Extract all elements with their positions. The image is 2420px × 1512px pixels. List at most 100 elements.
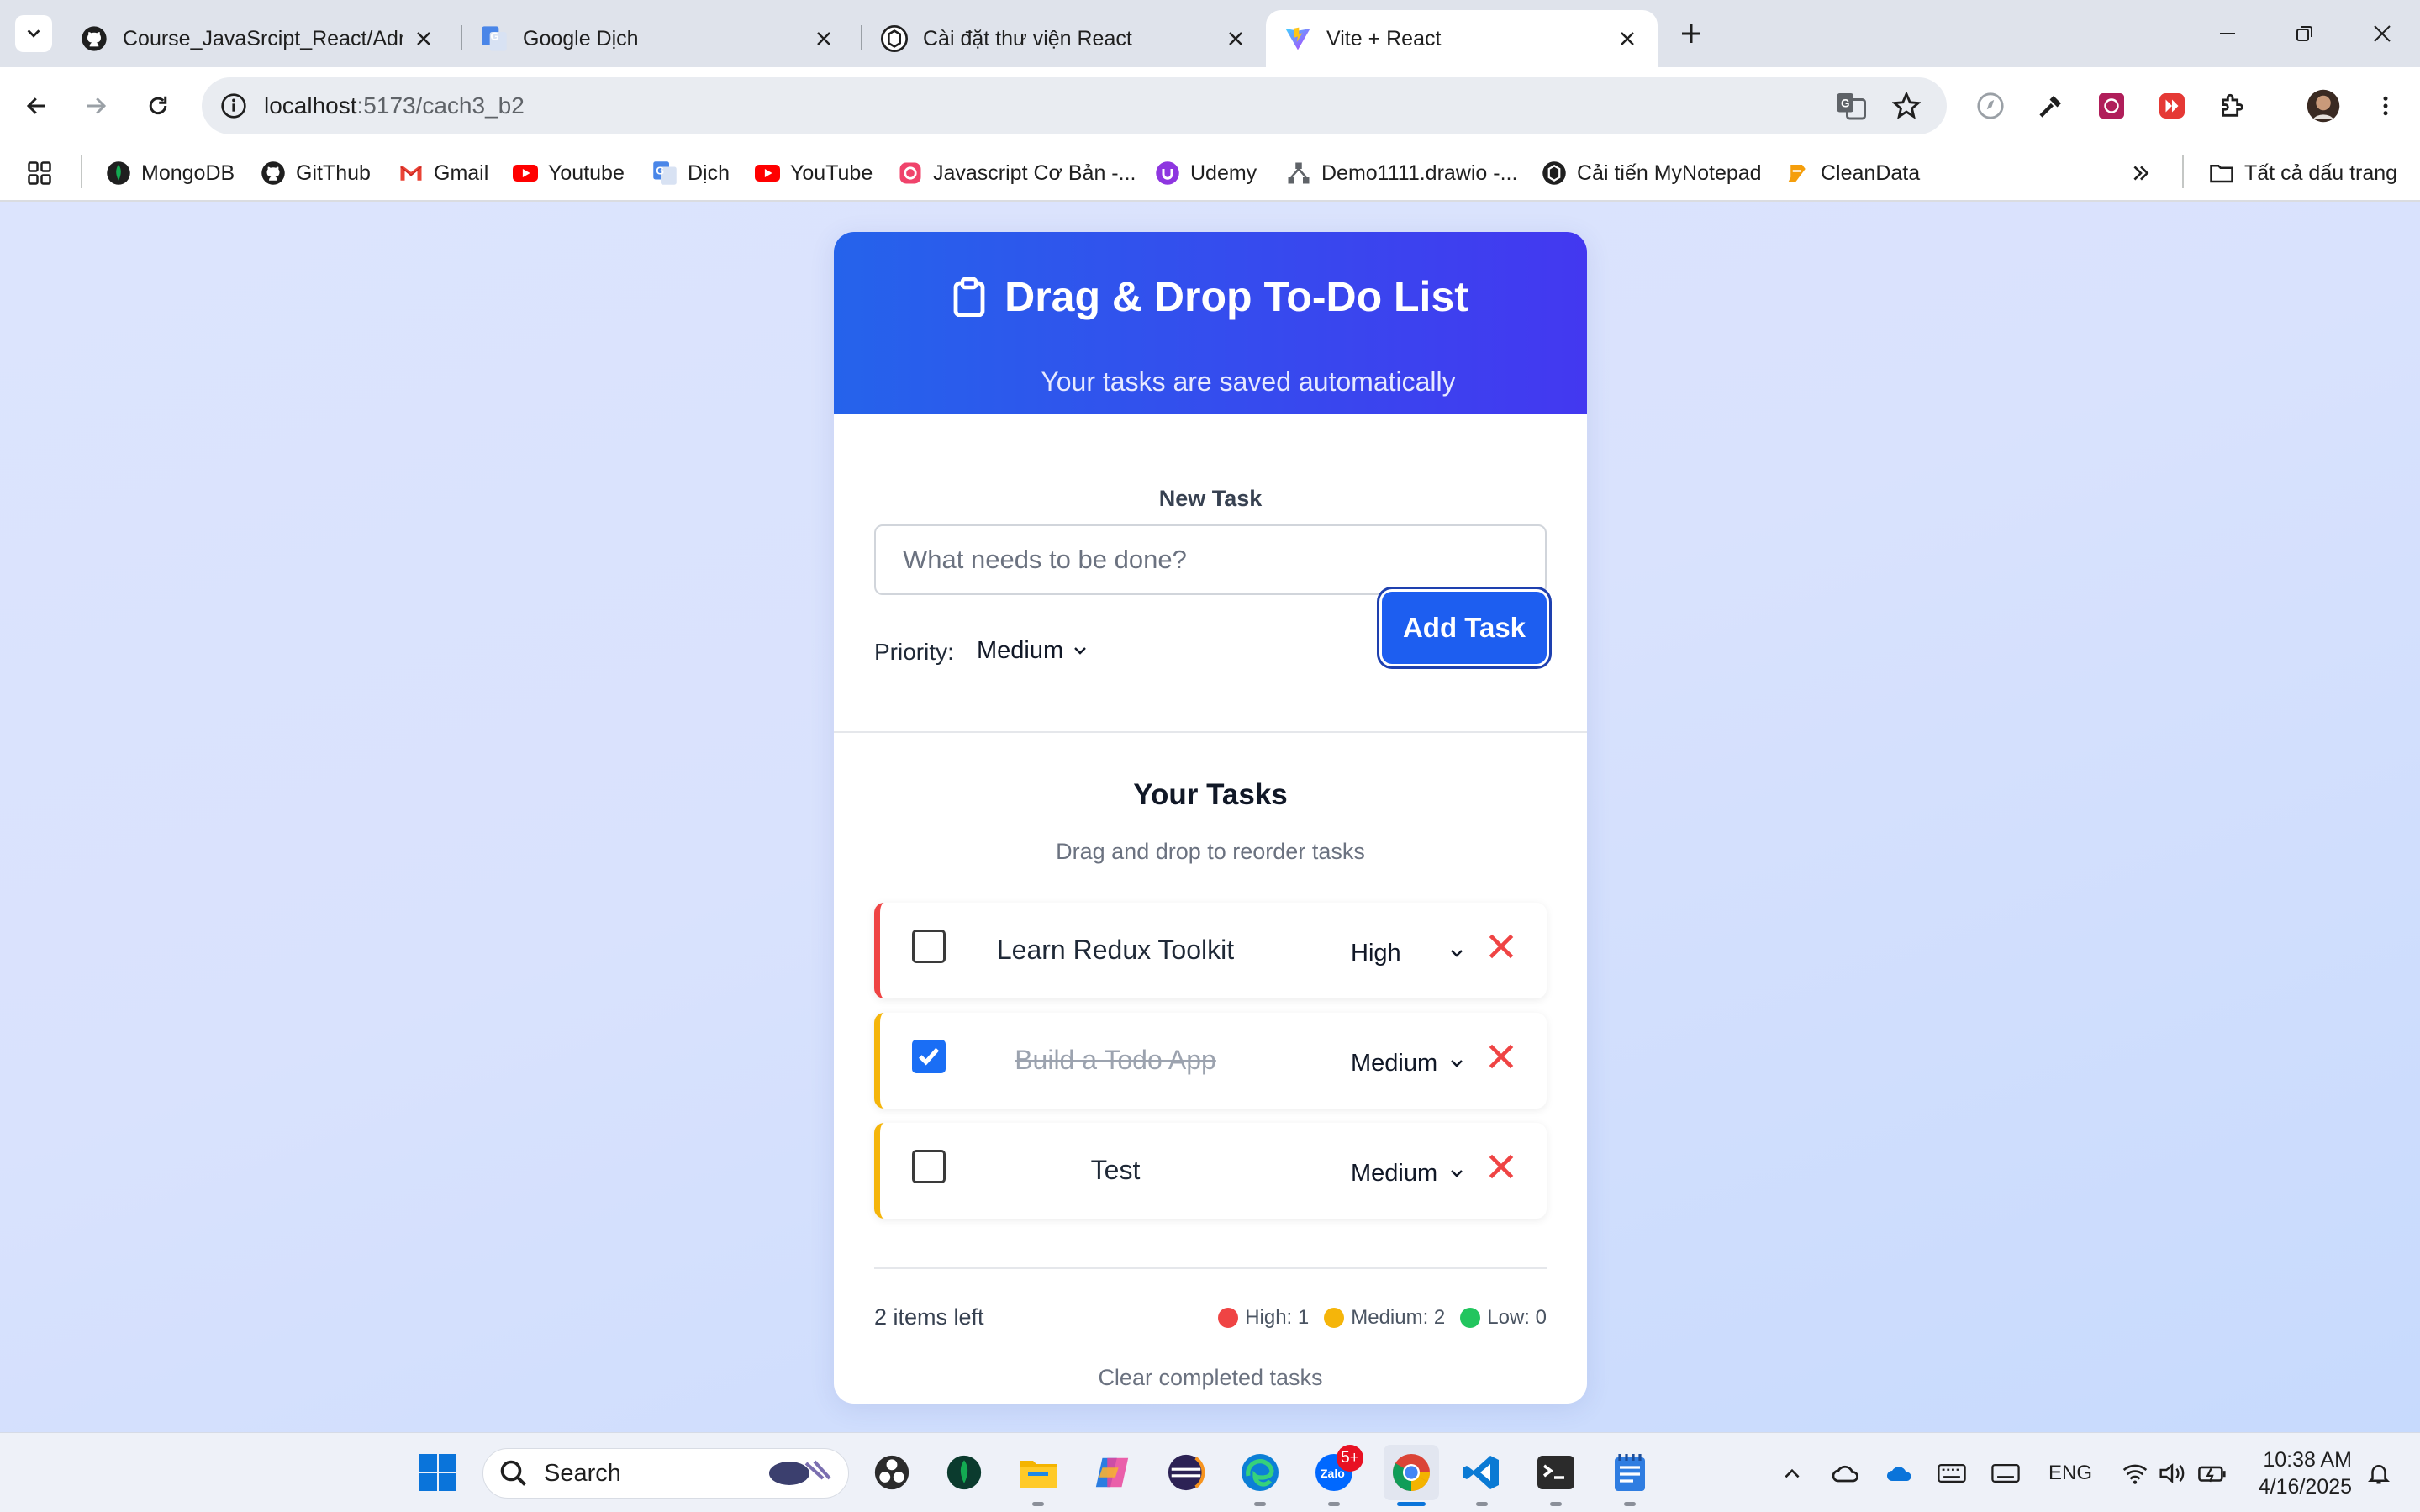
forward-button[interactable] [76,86,116,126]
tab-google-translate[interactable]: G Google Dịch [462,10,854,67]
close-icon[interactable] [812,27,836,50]
tray-onedrive-personal[interactable] [1827,1457,1864,1490]
taskbar-edge[interactable] [1237,1450,1283,1495]
battery-charging-icon [2198,1466,2226,1483]
tray-keyboard[interactable] [1933,1457,1970,1490]
close-window-button[interactable] [2357,17,2407,50]
extension-compass-icon[interactable] [1970,86,2011,126]
taskbar-obs[interactable] [869,1450,915,1495]
taskbar-search[interactable]: Search [482,1448,849,1499]
tray-pen-workspace[interactable] [1987,1457,2024,1490]
bookmark-cleandata[interactable]: CleanData [1785,155,1920,192]
profile-avatar[interactable] [2303,86,2344,126]
more-menu-icon[interactable] [2365,86,2406,126]
extension-video-icon[interactable] [2152,86,2192,126]
task-item[interactable]: Learn Redux Toolkit High [874,903,1547,998]
clock-time: 10:38 AM [2263,1448,2352,1472]
task-priority-select[interactable]: High [1351,936,1463,970]
bookmark-label: Udemy [1190,161,1257,185]
task-item[interactable]: Build a Todo App Medium [874,1013,1547,1109]
taskbar-zalo[interactable]: Zalo 5+ [1311,1445,1363,1495]
taskbar-terminal[interactable] [1533,1450,1579,1495]
close-icon[interactable] [412,27,435,50]
bookmark-youtube-2[interactable]: YouTube [755,155,873,192]
site-info-icon[interactable] [217,89,250,123]
system-clock[interactable]: 10:38 AM 4/16/2025 [2243,1446,2352,1500]
bookmarks-overflow-button[interactable] [2128,155,2164,192]
taskbar-mongodb-compass[interactable] [941,1450,987,1495]
task-checkbox[interactable] [912,930,946,963]
apps-grid-icon [27,161,52,186]
bookmark-javascript-co-ban[interactable]: Javascript Cơ Bản -... [898,155,1136,192]
tray-overflow-button[interactable] [1777,1457,1807,1490]
delete-x-icon[interactable] [1486,1151,1516,1182]
course-icon [898,161,923,186]
tab-react-install[interactable]: Cài đặt thư viện React [862,10,1266,67]
add-task-button[interactable]: Add Task [1382,592,1547,664]
taskbar-vscode[interactable] [1459,1450,1505,1495]
task-priority-select[interactable]: Medium [1351,1156,1463,1190]
eyedropper-icon[interactable] [2031,86,2071,126]
delete-x-icon[interactable] [1486,931,1516,961]
bookmark-mynotepad[interactable]: Cải tiến MyNotepad [1542,155,1762,192]
running-indicator [1328,1502,1340,1506]
task-checkbox[interactable] [912,1150,946,1183]
chevron-down-icon [1451,1060,1463,1067]
translate-page-icon[interactable]: G [1834,89,1868,123]
clear-completed-button[interactable]: Clear completed tasks [834,1365,1587,1391]
tab-vite-react[interactable]: Vite + React [1266,10,1658,67]
tab-strip: Course_JavaSrcipt_React/Admin G Google D… [0,0,2420,67]
taskbar-notepad[interactable] [1607,1450,1653,1495]
bookmark-udemy[interactable]: Udemy [1155,155,1257,192]
back-button[interactable] [17,86,57,126]
search-label: Search [544,1459,621,1487]
close-icon[interactable] [1616,27,1639,50]
bookmark-star-icon[interactable] [1890,89,1923,123]
taskbar-copilot[interactable] [1089,1450,1135,1495]
priority-select[interactable]: Medium [977,634,1089,667]
footer-divider [874,1267,1547,1269]
tray-battery[interactable] [2196,1457,2229,1490]
browser-toolbar: localhost:5173/cach3_b2 G [0,67,2420,145]
bookmark-github[interactable]: GitThub [261,155,371,192]
taskbar-eclipse[interactable] [1163,1450,1209,1495]
tab-course[interactable]: Course_JavaSrcipt_React/Admin [62,10,454,67]
restore-button[interactable] [2280,17,2330,50]
reload-button[interactable] [138,86,178,126]
new-tab-button[interactable] [1674,17,1708,50]
minimize-button[interactable] [2202,17,2253,50]
task-checkbox[interactable] [912,1040,946,1073]
task-priority-select[interactable]: Medium [1351,1046,1463,1080]
address-bar[interactable]: localhost:5173/cach3_b2 [202,77,1947,134]
bookmark-drawio[interactable]: Demo1111.drawio -... [1286,155,1517,192]
delete-x-icon[interactable] [1486,1041,1516,1072]
tray-language[interactable]: ENG [2043,1457,2098,1490]
taskbar-chrome[interactable] [1384,1445,1439,1500]
tray-wifi[interactable] [2118,1457,2152,1490]
new-task-input[interactable] [874,524,1547,595]
all-bookmarks-button[interactable]: Tất cả dấu trang [2209,155,2397,192]
task-item[interactable]: Test Medium [874,1123,1547,1219]
priority-label: Priority: [874,639,954,665]
bookmark-dich[interactable]: G Dịch [652,155,730,192]
tray-onedrive[interactable] [1881,1457,1918,1490]
vite-icon [1284,25,1311,52]
taskbar-file-explorer[interactable] [1015,1450,1061,1495]
extension-react-devtools-icon[interactable] [2091,86,2132,126]
bookmark-mongodb[interactable]: MongoDB [106,155,235,192]
bookmark-gmail[interactable]: Gmail [398,155,488,192]
apps-grid-button[interactable] [27,155,62,192]
tray-notifications[interactable] [2360,1457,2397,1490]
youtube-icon [755,161,780,186]
chevron-up-icon [1785,1468,1800,1478]
tray-volume[interactable] [2155,1457,2189,1490]
start-button[interactable] [415,1450,461,1495]
close-icon[interactable] [1224,27,1247,50]
svg-text:G: G [656,165,664,176]
chevron-down-icon [27,29,40,38]
bookmark-youtube[interactable]: Youtube [513,155,625,192]
extensions-puzzle-icon[interactable] [2212,86,2253,126]
tab-search-button[interactable] [15,15,52,52]
chevron-down-icon [1451,1170,1463,1177]
vscode-icon [1463,1456,1499,1489]
